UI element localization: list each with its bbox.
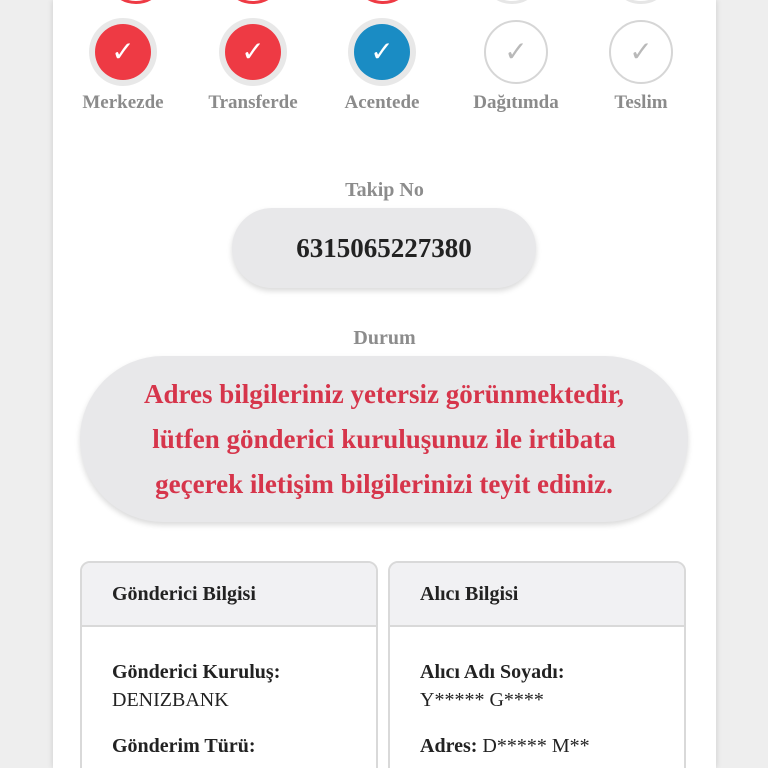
sender-org-value: DENIZBANK xyxy=(112,689,229,711)
status-label: Durum xyxy=(353,327,416,349)
tracking-page: ✓ Merkezde ✓ Transferde ✓ Acentede ✓ Dağ… xyxy=(53,0,716,768)
step-ring: ✓ xyxy=(219,18,287,86)
receiver-address-value: D***** M** xyxy=(482,735,590,757)
tracking-number: 6315065227380 xyxy=(232,208,536,288)
step-label: Teslim xyxy=(614,92,668,113)
step-acentede: ✓ Acentede xyxy=(312,18,452,114)
sender-card-title: Gönderici Bilgisi xyxy=(82,563,376,627)
step-label: Merkezde xyxy=(82,92,164,113)
top-step-arc xyxy=(352,0,414,4)
check-icon: ✓ xyxy=(95,24,151,80)
step-label: Acentede xyxy=(344,92,420,113)
step-label: Dağıtımda xyxy=(473,92,559,113)
step-transferde: ✓ Transferde xyxy=(183,18,323,114)
receiver-card-title: Alıcı Bilgisi xyxy=(390,563,684,627)
receiver-address: Adres: D***** M** xyxy=(420,733,664,759)
check-icon: ✓ xyxy=(225,24,281,80)
tracking-label: Takip No xyxy=(345,179,424,201)
receiver-address-label: Adres: xyxy=(420,735,478,757)
status-text: Adres bilgileriniz yetersiz görünmektedi… xyxy=(144,378,624,499)
status-message: Adres bilgileriniz yetersiz görünmektedi… xyxy=(80,356,688,522)
sender-org-label: Gönderici Kuruluş: xyxy=(112,661,281,683)
top-step-arc xyxy=(222,0,284,4)
step-ring: ✓ xyxy=(482,18,550,86)
step-ring: ✓ xyxy=(89,18,157,86)
step-ring: ✓ xyxy=(607,18,675,86)
shipment-type-label: Gönderim Türü: xyxy=(112,735,256,757)
progress-steps: ✓ Merkezde ✓ Transferde ✓ Acentede ✓ Dağ… xyxy=(53,18,716,118)
receiver-name-label: Alıcı Adı Soyadı: xyxy=(420,661,565,683)
receiver-name-value: Y***** G**** xyxy=(420,689,544,711)
sender-card: Gönderici Bilgisi Gönderici Kuruluş: DEN… xyxy=(80,561,378,768)
sender-card-body: Gönderici Kuruluş: DENIZBANK Gönderim Tü… xyxy=(82,627,376,759)
receiver-card: Alıcı Bilgisi Alıcı Adı Soyadı: Y***** G… xyxy=(388,561,686,768)
check-icon: ✓ xyxy=(609,20,673,84)
top-step-arc xyxy=(481,0,543,4)
step-dagitimda: ✓ Dağıtımda xyxy=(446,18,586,114)
step-ring: ✓ xyxy=(348,18,416,86)
check-icon: ✓ xyxy=(484,20,548,84)
step-merkezde: ✓ Merkezde xyxy=(53,18,193,114)
check-icon: ✓ xyxy=(354,24,410,80)
step-teslim: ✓ Teslim xyxy=(571,18,711,114)
receiver-card-body: Alıcı Adı Soyadı: Y***** G**** Adres: D*… xyxy=(390,627,684,759)
top-step-arc xyxy=(610,0,672,4)
top-step-arc xyxy=(105,0,167,4)
step-label: Transferde xyxy=(208,92,298,113)
